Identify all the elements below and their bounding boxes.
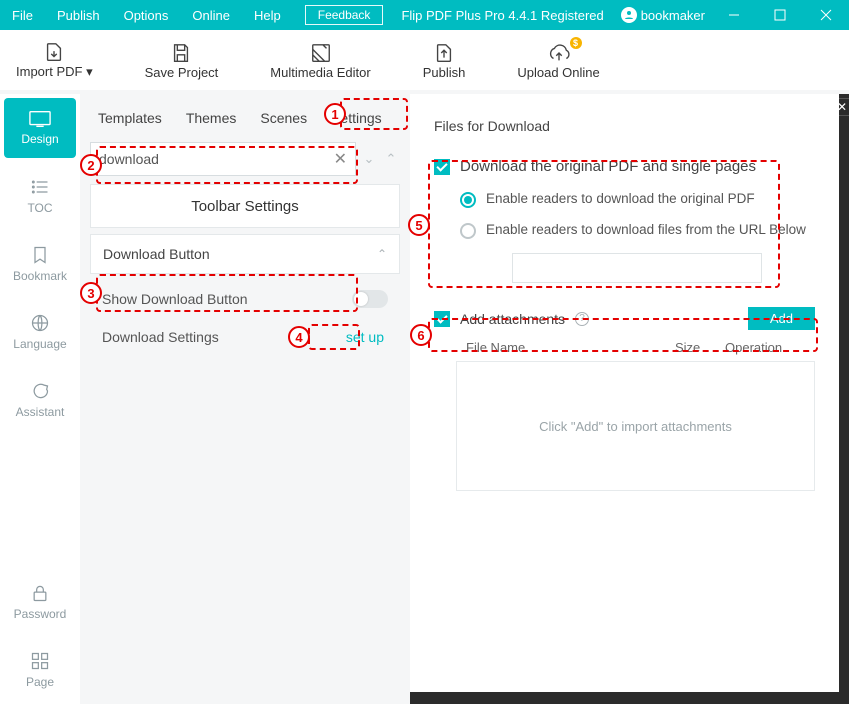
download-config-panel: Files for Download Download the original… <box>410 94 839 692</box>
upload-badge: $ <box>570 37 582 49</box>
menu-publish[interactable]: Publish <box>45 0 112 30</box>
settings-panel: Templates Themes Scenes Settings ✕ ⌄ ⌃ T… <box>80 94 410 704</box>
attachments-table-header: File Name Size Operation <box>456 330 815 361</box>
feedback-button[interactable]: Feedback <box>305 5 384 25</box>
main-toolbar: Import PDF ▾ Save Project Multimedia Edi… <box>0 30 849 94</box>
search-clear-icon[interactable]: ✕ <box>334 149 347 169</box>
publish-icon <box>433 41 455 65</box>
help-icon[interactable]: ? <box>575 312 589 326</box>
settings-search-input[interactable] <box>99 151 334 167</box>
setup-button[interactable]: set up <box>342 327 388 347</box>
save-icon <box>170 41 192 65</box>
upload-icon: $ <box>546 41 572 65</box>
add-attachment-button[interactable]: Add <box>748 307 815 330</box>
radio-on-icon <box>460 192 476 208</box>
checkbox-icon <box>434 159 450 175</box>
menu-online[interactable]: Online <box>180 0 242 30</box>
multimedia-editor-button[interactable]: Multimedia Editor <box>264 37 376 84</box>
sidebar-item-language[interactable]: Language <box>4 302 76 362</box>
bookmark-icon <box>30 245 50 265</box>
import-icon <box>43 40 65 64</box>
window-maximize[interactable] <box>757 0 803 30</box>
row-show-download-button: Show Download Button <box>80 280 410 318</box>
sidebar-item-bookmark[interactable]: Bookmark <box>4 234 76 294</box>
tab-themes[interactable]: Themes <box>186 110 237 126</box>
download-url-input[interactable] <box>512 253 762 283</box>
globe-icon <box>30 313 50 333</box>
list-icon <box>30 177 50 197</box>
app-title: Flip PDF Plus Pro 4.4.1 Registered <box>401 8 603 23</box>
chat-icon <box>30 381 50 401</box>
section-toolbar-settings: Toolbar Settings <box>90 184 400 228</box>
main-area: Design TOC Bookmark Language Assistant P… <box>0 94 849 704</box>
user-avatar-icon <box>621 7 637 23</box>
sidebar-item-assistant[interactable]: Assistant <box>4 370 76 430</box>
window-minimize[interactable] <box>711 0 757 30</box>
radio-download-url[interactable]: Enable readers to download files from th… <box>460 222 815 239</box>
collapse-all-icon[interactable]: ⌄ <box>360 151 378 167</box>
checkbox-icon <box>434 311 450 327</box>
accordion-download-button[interactable]: Download Button ⌃ <box>90 234 400 274</box>
sidebar-item-toc[interactable]: TOC <box>4 166 76 226</box>
radio-off-icon <box>460 223 476 239</box>
add-attachments-label[interactable]: Add attachments <box>460 311 565 327</box>
title-bar: File Publish Options Online Help Feedbac… <box>0 0 849 30</box>
window-close[interactable] <box>803 0 849 30</box>
chevron-up-icon: ⌃ <box>377 247 387 261</box>
upload-online-button[interactable]: $ Upload Online <box>511 37 605 84</box>
expand-all-icon[interactable]: ⌃ <box>382 151 400 167</box>
sidebar-item-design[interactable]: Design <box>4 98 76 158</box>
grid-icon <box>30 651 50 671</box>
save-project-button[interactable]: Save Project <box>139 37 225 84</box>
username: bookmaker <box>641 8 705 23</box>
monitor-icon <box>29 110 51 128</box>
menu-help[interactable]: Help <box>242 0 293 30</box>
left-sidebar: Design TOC Bookmark Language Assistant P… <box>0 94 80 704</box>
tab-settings[interactable]: Settings <box>331 110 382 126</box>
lock-icon <box>30 583 50 603</box>
user-account[interactable]: bookmaker <box>615 7 711 23</box>
download-pdf-checkbox-row[interactable]: Download the original PDF and single pag… <box>434 158 815 175</box>
sidebar-item-page[interactable]: Page <box>4 640 76 700</box>
menu-options[interactable]: Options <box>112 0 181 30</box>
import-pdf-button[interactable]: Import PDF ▾ <box>10 36 99 84</box>
settings-tabs: Templates Themes Scenes Settings <box>80 94 410 142</box>
settings-search[interactable]: ✕ <box>90 142 356 176</box>
menu-file[interactable]: File <box>0 0 45 30</box>
panel-title: Files for Download <box>434 118 815 134</box>
tab-scenes[interactable]: Scenes <box>260 110 307 126</box>
radio-download-pdf[interactable]: Enable readers to download the original … <box>460 191 815 208</box>
tab-templates[interactable]: Templates <box>98 110 162 126</box>
row-download-settings: Download Settings set up <box>80 318 410 356</box>
sidebar-item-password[interactable]: Password <box>4 572 76 632</box>
multimedia-icon <box>310 41 332 65</box>
publish-button[interactable]: Publish <box>417 37 472 84</box>
right-stage: ✕ Files for Download Download the origin… <box>410 94 849 704</box>
attachments-table-body: Click "Add" to import attachments <box>456 361 815 491</box>
show-download-toggle[interactable] <box>352 290 388 308</box>
